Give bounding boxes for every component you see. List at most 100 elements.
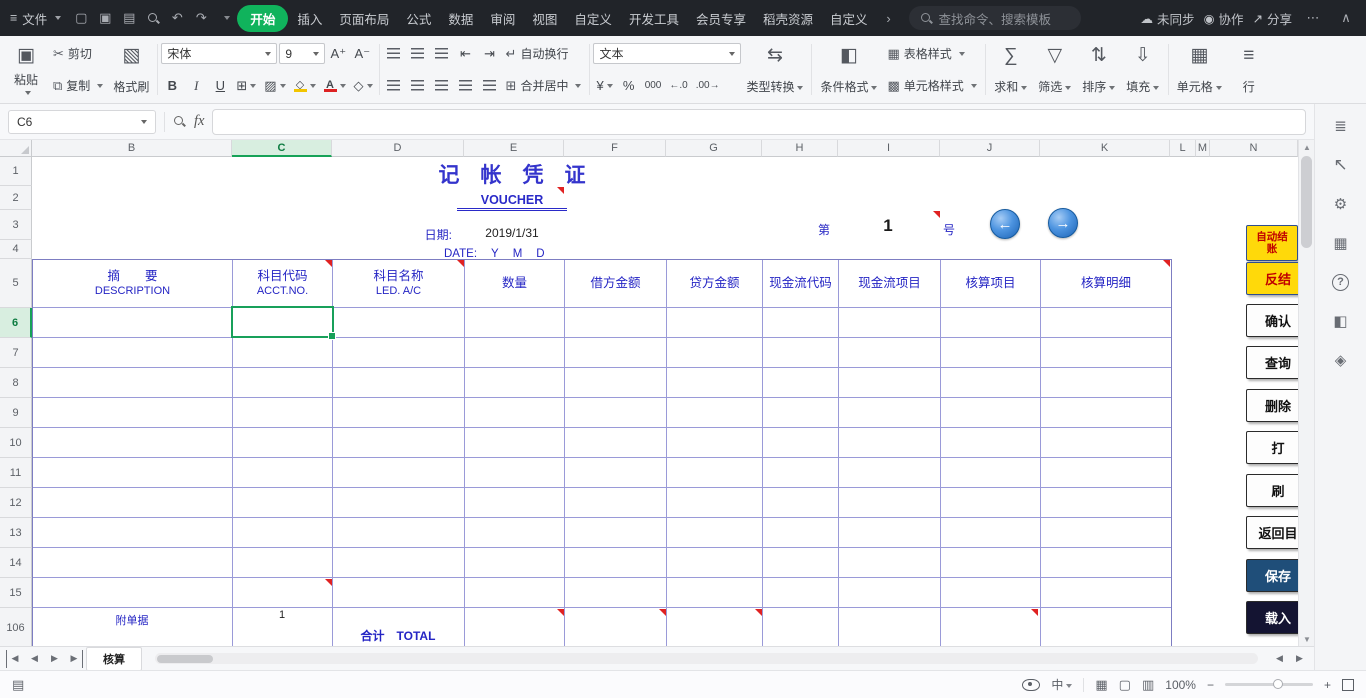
voucher-cell[interactable] <box>565 308 667 338</box>
underline-button[interactable]: U <box>209 75 231 96</box>
zoom-level[interactable]: 100% <box>1165 678 1196 692</box>
voucher-header-accounting-detail[interactable]: 核算明细 <box>1041 260 1171 308</box>
voucher-cell[interactable] <box>465 488 565 518</box>
column-header-B[interactable]: B <box>32 140 232 157</box>
cut-button[interactable]: ✂剪切 <box>48 43 108 64</box>
row-header-10[interactable]: 10 <box>0 428 32 458</box>
org-chart-icon[interactable]: ▦ <box>1328 231 1354 255</box>
voucher-cell[interactable] <box>333 458 465 488</box>
borders-button[interactable]: ⊞ <box>233 75 259 96</box>
shading-button[interactable]: ▨ <box>261 75 288 96</box>
voucher-cell[interactable] <box>941 518 1041 548</box>
pointer-icon[interactable]: ↖ <box>1328 153 1354 177</box>
row-header-9[interactable]: 9 <box>0 398 32 428</box>
voucher-cell[interactable] <box>839 608 941 646</box>
command-search[interactable]: 查找命令、搜索模板 <box>909 6 1081 30</box>
selected-cell-C6[interactable] <box>231 306 334 338</box>
macro-button-2[interactable]: 反结 <box>1246 262 1298 295</box>
voucher-cell[interactable] <box>667 548 763 578</box>
increase-font-icon[interactable]: A⁺ <box>327 43 349 64</box>
sync-status-button[interactable]: ☁未同步 <box>1141 9 1195 28</box>
macro-button-3[interactable]: 确认 <box>1246 304 1298 337</box>
voucher-cell[interactable] <box>941 488 1041 518</box>
voucher-cell[interactable] <box>667 308 763 338</box>
voucher-cell[interactable] <box>333 368 465 398</box>
format-painter-button[interactable]: ▧格式刷 <box>108 40 154 99</box>
fill-color-button[interactable]: ◇ <box>291 75 319 96</box>
voucher-cell[interactable] <box>667 488 763 518</box>
row-header-7[interactable]: 7 <box>0 338 32 368</box>
voucher-cell[interactable] <box>233 548 333 578</box>
lang-indicator[interactable]: 中 <box>1051 676 1072 693</box>
voucher-cell[interactable] <box>33 518 233 548</box>
voucher-cell[interactable] <box>33 428 233 458</box>
prev-sheet-icon[interactable]: ◀ <box>26 650 43 668</box>
next-voucher-button[interactable]: → <box>1048 208 1078 238</box>
font-color-button[interactable]: A <box>321 75 349 96</box>
macro-button-8[interactable]: 返回目 <box>1246 516 1298 549</box>
increase-decimal-button[interactable]: ←.0 <box>666 75 690 96</box>
voucher-cell[interactable] <box>333 338 465 368</box>
normal-view-icon[interactable]: ▦ <box>1095 677 1107 693</box>
row-header-8[interactable]: 8 <box>0 368 32 398</box>
voucher-cell[interactable] <box>941 398 1041 428</box>
voucher-cell[interactable] <box>565 488 667 518</box>
row-header-1[interactable]: 1 <box>0 157 32 186</box>
zoom-formula-icon[interactable] <box>173 115 186 128</box>
voucher-cell[interactable] <box>667 428 763 458</box>
voucher-cell[interactable] <box>941 338 1041 368</box>
fx-icon[interactable]: fx <box>194 113 204 130</box>
voucher-cell[interactable] <box>333 548 465 578</box>
voucher-cell[interactable] <box>839 308 941 338</box>
increase-indent-icon[interactable]: ⇥ <box>479 43 501 64</box>
collaborate-button[interactable]: ◉协作 <box>1204 9 1244 28</box>
zoom-slider[interactable] <box>1225 683 1313 686</box>
voucher-cell[interactable] <box>763 548 839 578</box>
decrease-font-icon[interactable]: A⁻ <box>351 43 373 64</box>
voucher-cell[interactable] <box>233 518 333 548</box>
row-header-14[interactable]: 14 <box>0 548 32 578</box>
voucher-cell[interactable] <box>465 368 565 398</box>
collapse-ribbon-icon[interactable]: ∧ <box>1334 7 1358 29</box>
decrease-decimal-button[interactable]: .00→ <box>693 75 723 96</box>
voucher-header-qty[interactable]: 数量 <box>465 260 565 308</box>
voucher-cell[interactable] <box>465 338 565 368</box>
voucher-cell[interactable] <box>1041 398 1171 428</box>
voucher-header-debit[interactable]: 借方金额 <box>565 260 667 308</box>
voucher-cell[interactable] <box>941 548 1041 578</box>
scroll-up-icon[interactable]: ▲ <box>1299 140 1315 154</box>
column-header-J[interactable]: J <box>940 140 1040 157</box>
row-header-106[interactable]: 106 <box>0 608 32 646</box>
voucher-header-acct-no[interactable]: 科目代码ACCT.NO. <box>233 260 333 308</box>
file-menu[interactable]: ≡ 文件 <box>8 9 69 28</box>
more-icon[interactable]: ⋯ <box>1301 7 1325 29</box>
undo-icon[interactable]: ↶ <box>165 7 189 29</box>
voucher-cell[interactable] <box>33 578 233 608</box>
voucher-cell[interactable] <box>465 518 565 548</box>
new-file-icon[interactable]: ▢ <box>69 7 93 29</box>
distribute-icon[interactable] <box>479 75 501 96</box>
percent-button[interactable]: % <box>618 75 640 96</box>
voucher-cell[interactable] <box>1041 578 1171 608</box>
font-size-select[interactable]: 9 <box>279 43 325 64</box>
formula-input[interactable] <box>212 109 1306 135</box>
quickbar-more-icon[interactable] <box>213 7 237 29</box>
voucher-cell[interactable] <box>941 308 1041 338</box>
share-button[interactable]: ↗分享 <box>1253 9 1293 28</box>
tab-home[interactable]: 开始 <box>237 5 288 32</box>
voucher-cell[interactable] <box>233 338 333 368</box>
align-bottom-icon[interactable] <box>431 43 453 64</box>
align-left-icon[interactable] <box>383 75 405 96</box>
voucher-cell[interactable] <box>763 368 839 398</box>
voucher-cell[interactable] <box>333 578 465 608</box>
voucher-cell[interactable] <box>941 368 1041 398</box>
eye-protection-icon[interactable] <box>1022 679 1040 691</box>
voucher-cell[interactable] <box>333 488 465 518</box>
horizontal-scrollbar[interactable] <box>155 653 1258 664</box>
zoom-slider-thumb[interactable] <box>1273 679 1283 689</box>
print-icon[interactable]: ▤ <box>117 7 141 29</box>
voucher-cell[interactable] <box>667 458 763 488</box>
voucher-cell[interactable] <box>941 608 1041 646</box>
voucher-cell[interactable] <box>839 338 941 368</box>
page-break-view-icon[interactable]: ▥ <box>1142 677 1154 693</box>
